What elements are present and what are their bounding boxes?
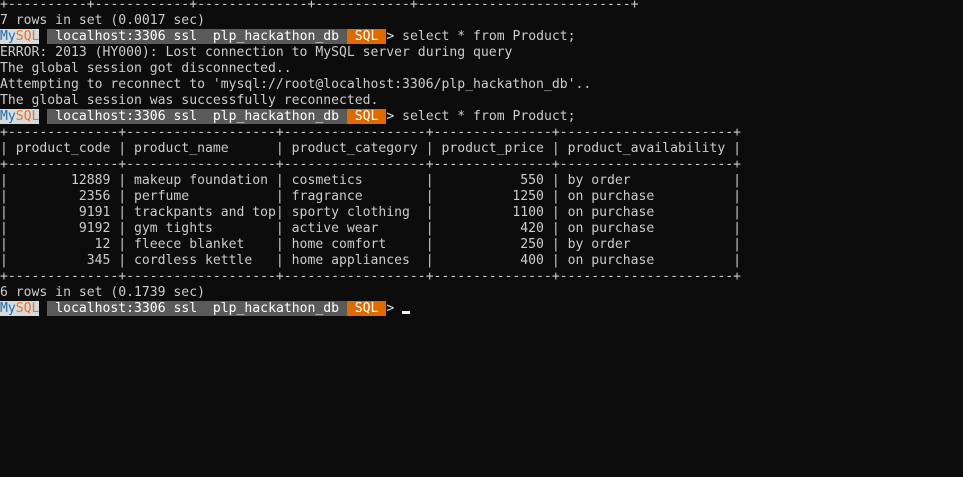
output-line: 6 rows in set (0.1739 sec): [0, 285, 205, 300]
mysql-badge: MySQL: [0, 29, 40, 44]
output-line: +--------------+-------------------+----…: [0, 269, 742, 284]
host-badge: localhost:3306 ssl: [47, 109, 205, 124]
output-line: | 2356 | perfume | fragrance | 1250 | on…: [0, 189, 742, 204]
host-badge: localhost:3306 ssl: [47, 301, 205, 316]
prompt-arrow: >: [386, 109, 403, 124]
output-line: | 9192 | gym tights | active wear | 420 …: [0, 221, 742, 236]
output-line: | 12889 | makeup foundation | cosmetics …: [0, 173, 742, 188]
prompt-line: MySQL localhost:3306 ssl plp_hackathon_d…: [0, 29, 963, 45]
prompt-arrow: >: [386, 301, 403, 316]
mysql-badge-sql: SQL: [15, 29, 40, 44]
mysql-badge: MySQL: [0, 301, 40, 316]
mysql-badge-my: My: [0, 301, 16, 316]
output-line: Attempting to reconnect to 'mysql://root…: [0, 77, 592, 92]
output-line: +--------------+-------------------+----…: [0, 125, 742, 140]
prompt-line: MySQL localhost:3306 ssl plp_hackathon_d…: [0, 109, 963, 125]
output-line: The global session was successfully reco…: [0, 93, 379, 108]
command-text[interactable]: select * from Product;: [402, 29, 575, 44]
mysql-badge-my: My: [0, 109, 16, 124]
mode-badge: SQL: [346, 301, 387, 316]
database-badge: plp_hackathon_db: [205, 109, 347, 124]
mysql-badge-my: My: [0, 29, 16, 44]
output-line: ERROR: 2013 (HY000): Lost connection to …: [0, 45, 513, 60]
prompt-arrow: >: [386, 29, 403, 44]
output-line: | 345 | cordless kettle | home appliance…: [0, 253, 742, 268]
output-line: +----------+------------+--------------+…: [0, 0, 639, 12]
mode-badge: SQL: [346, 29, 387, 44]
text-cursor: [402, 311, 411, 314]
mode-badge: SQL: [346, 109, 387, 124]
output-line: | 12 | fleece blanket | home comfort | 2…: [0, 237, 742, 252]
mysql-badge-sql: SQL: [15, 109, 40, 124]
terminal-output[interactable]: +----------+------------+--------------+…: [0, 0, 963, 317]
database-badge: plp_hackathon_db: [205, 29, 347, 44]
host-badge: localhost:3306 ssl: [47, 29, 205, 44]
output-line: | product_code | product_name | product_…: [0, 141, 742, 156]
mysql-badge-sql: SQL: [15, 301, 40, 316]
mysql-badge: MySQL: [0, 109, 40, 124]
output-line: 7 rows in set (0.0017 sec): [0, 13, 205, 28]
output-line: | 9191 | trackpants and top| sporty clot…: [0, 205, 742, 220]
command-text[interactable]: select * from Product;: [402, 109, 575, 124]
prompt-line: MySQL localhost:3306 ssl plp_hackathon_d…: [0, 301, 963, 317]
output-line: The global session got disconnected..: [0, 61, 292, 76]
database-badge: plp_hackathon_db: [205, 301, 347, 316]
output-line: +--------------+-------------------+----…: [0, 157, 742, 172]
